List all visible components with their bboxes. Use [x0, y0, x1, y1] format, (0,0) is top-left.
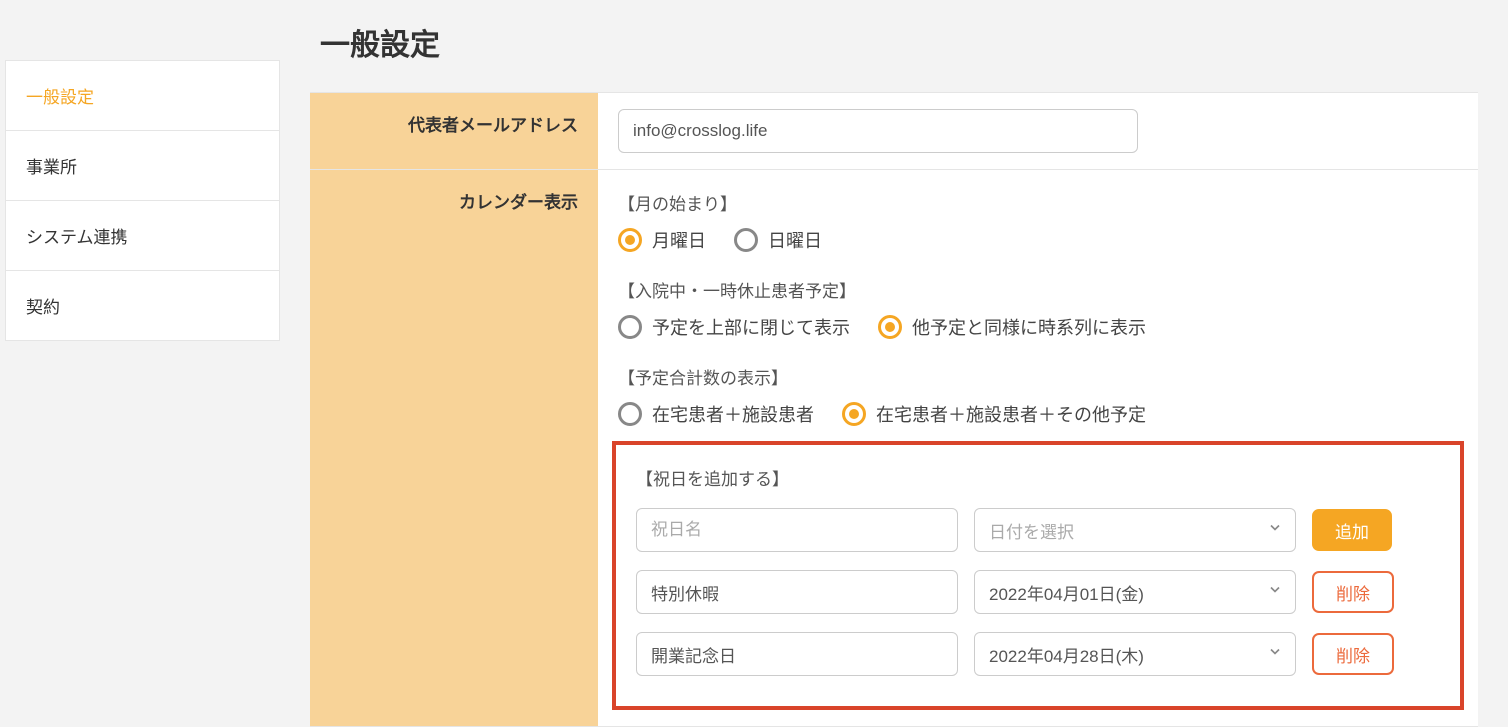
radio-label: 月曜日: [652, 227, 706, 253]
radio-icon: [842, 402, 866, 426]
holiday-name-input[interactable]: [636, 632, 958, 676]
radio-label: 他予定と同様に時系列に表示: [912, 314, 1146, 340]
radio-week-start-monday[interactable]: 月曜日: [618, 227, 706, 253]
email-input[interactable]: [618, 109, 1138, 153]
chevron-down-icon: [1267, 520, 1283, 541]
radio-icon: [878, 315, 902, 339]
radio-count-basic[interactable]: 在宅患者＋施設患者: [618, 401, 814, 427]
radio-icon: [618, 228, 642, 252]
sidebar: 一般設定 事業所 システム連携 契約: [5, 60, 280, 341]
radio-count-extended[interactable]: 在宅患者＋施設患者＋その他予定: [842, 401, 1146, 427]
holiday-name-input[interactable]: [636, 508, 958, 552]
radio-week-start-sunday[interactable]: 日曜日: [734, 227, 822, 253]
holidays-title: 【祝日を追加する】: [636, 465, 1440, 490]
holiday-date-select[interactable]: 2022年04月28日(木): [974, 632, 1296, 676]
holiday-date-placeholder: 日付を選択: [989, 518, 1074, 543]
radio-suspended-top[interactable]: 予定を上部に閉じて表示: [618, 314, 850, 340]
delete-holiday-button[interactable]: 削除: [1312, 633, 1394, 675]
holiday-date-select[interactable]: 2022年04月01日(金): [974, 570, 1296, 614]
calendar-label: カレンダー表示: [310, 170, 598, 726]
sidebar-item-integration[interactable]: システム連携: [6, 201, 279, 271]
row-email: 代表者メールアドレス: [310, 93, 1478, 170]
holiday-date-value: 2022年04月28日(木): [989, 642, 1144, 667]
add-holiday-button[interactable]: 追加: [1312, 509, 1392, 551]
week-start-title: 【月の始まり】: [618, 190, 1458, 215]
radio-icon: [618, 402, 642, 426]
sidebar-item-general[interactable]: 一般設定: [6, 61, 279, 131]
chevron-down-icon: [1267, 582, 1283, 603]
radio-label: 日曜日: [768, 227, 822, 253]
holidays-highlight: 【祝日を追加する】 日付を選択 追加: [612, 441, 1464, 710]
radio-suspended-timeline[interactable]: 他予定と同様に時系列に表示: [878, 314, 1146, 340]
radio-icon: [734, 228, 758, 252]
holiday-entry-row: 2022年04月28日(木) 削除: [636, 632, 1440, 676]
suspended-title: 【入院中・一時休止患者予定】: [618, 277, 1458, 302]
count-title: 【予定合計数の表示】: [618, 364, 1458, 389]
radio-icon: [618, 315, 642, 339]
holiday-date-value: 2022年04月01日(金): [989, 580, 1144, 605]
page-title: 一般設定: [310, 20, 1478, 64]
row-calendar: カレンダー表示 【月の始まり】 月曜日 日曜日 【入院中・一時休止患者予定: [310, 170, 1478, 727]
radio-label: 在宅患者＋施設患者＋その他予定: [876, 401, 1146, 427]
delete-holiday-button[interactable]: 削除: [1312, 571, 1394, 613]
radio-label: 在宅患者＋施設患者: [652, 401, 814, 427]
holiday-name-input[interactable]: [636, 570, 958, 614]
holiday-add-row: 日付を選択 追加: [636, 508, 1440, 552]
sidebar-item-contract[interactable]: 契約: [6, 271, 279, 340]
holiday-date-select[interactable]: 日付を選択: [974, 508, 1296, 552]
email-label: 代表者メールアドレス: [310, 93, 598, 169]
sidebar-item-office[interactable]: 事業所: [6, 131, 279, 201]
settings-table: 代表者メールアドレス カレンダー表示 【月の始まり】 月曜日: [310, 92, 1478, 727]
radio-label: 予定を上部に閉じて表示: [652, 314, 850, 340]
chevron-down-icon: [1267, 644, 1283, 665]
holiday-entry-row: 2022年04月01日(金) 削除: [636, 570, 1440, 614]
